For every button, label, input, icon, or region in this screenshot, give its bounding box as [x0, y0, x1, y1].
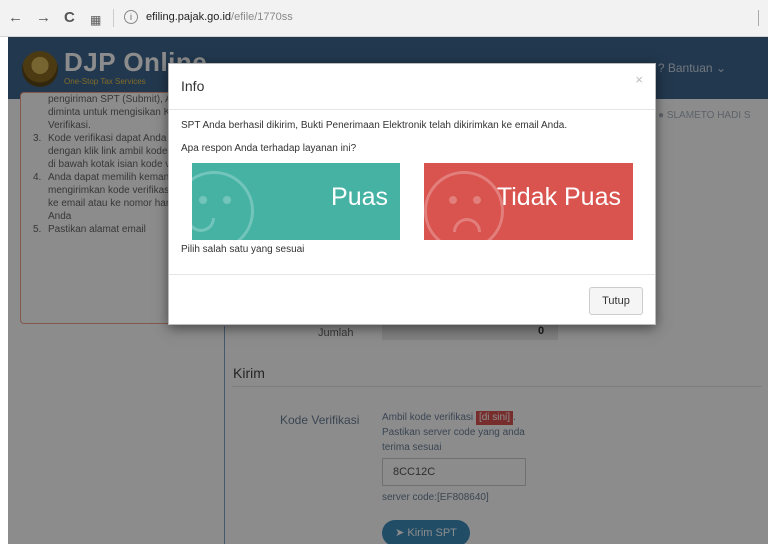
toolbar-divider [113, 9, 114, 27]
info-modal: Info × SPT Anda berhasil dikirim, Bukti … [168, 63, 656, 325]
toolbar-edge [758, 10, 764, 26]
site-info-icon[interactable]: i [124, 10, 138, 24]
browser-toolbar: ← → C ▦ i efiling.pajak.go.id/efile/1770… [0, 0, 768, 37]
modal-message: SPT Anda berhasil dikirim, Bukti Penerim… [181, 120, 568, 131]
tutup-button[interactable]: Tutup [589, 287, 643, 315]
tidak-puas-label: Tidak Puas [496, 183, 621, 211]
arrow-right-icon[interactable]: → [36, 9, 51, 27]
modal-question: Apa respon Anda terhadap layanan ini? [181, 143, 357, 154]
modal-header: Info × [169, 64, 655, 110]
puas-label: Puas [331, 183, 388, 211]
address-bar[interactable]: efiling.pajak.go.id/efile/1770ss [146, 11, 293, 23]
modal-hint: Pilih salah satu yang sesuai [181, 244, 305, 255]
modal-footer-divider [169, 274, 655, 275]
frown-mouth [453, 218, 481, 232]
url-path: /efile/1770ss [231, 11, 293, 23]
smiley-icon [192, 171, 254, 240]
url-host: efiling.pajak.go.id [146, 11, 232, 23]
modal-title: Info [181, 78, 205, 94]
puas-button[interactable]: Puas [192, 163, 400, 240]
apps-grid-icon[interactable]: ▦ [90, 11, 101, 29]
smile-mouth [192, 218, 215, 232]
reload-icon[interactable]: C [64, 9, 75, 27]
sad-face-icon [424, 171, 504, 240]
arrow-left-icon[interactable]: ← [8, 9, 23, 27]
close-icon[interactable]: × [635, 72, 643, 87]
tidak-puas-button[interactable]: Tidak Puas [424, 163, 633, 240]
